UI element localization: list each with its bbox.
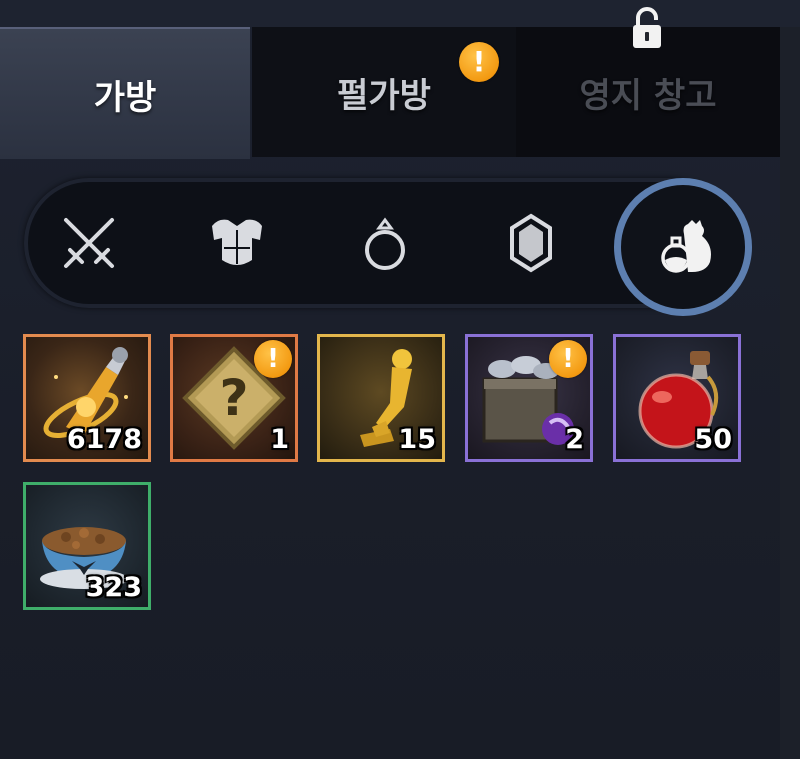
mystery-box-item-count: 1: [270, 424, 289, 455]
potion-pouch-icon: [661, 220, 711, 273]
mystery-box-item[interactable]: ? ! 1: [170, 334, 298, 462]
tab-bag[interactable]: 가방: [0, 27, 250, 159]
crystal-icon: [510, 213, 552, 273]
consumable-filter[interactable]: [634, 198, 732, 296]
tab-bag-label: 가방: [93, 77, 157, 118]
gem-filter[interactable]: [486, 198, 576, 288]
top-bar: [0, 0, 800, 27]
trophy-item[interactable]: 15: [317, 334, 445, 462]
tab-pearl-bag-label: 펄가방: [337, 75, 431, 116]
elixir-item[interactable]: 6178: [23, 334, 151, 462]
armor-filter[interactable]: [192, 198, 282, 288]
trophy-item-count: 15: [398, 424, 436, 455]
red-potion-item-count: 50: [694, 424, 732, 455]
elixir-item-count: 6178: [66, 424, 142, 455]
weapon-filter[interactable]: [44, 198, 134, 288]
svg-text:?: ?: [219, 369, 248, 427]
panel-edge: [780, 0, 800, 759]
armor-icon: [212, 219, 262, 265]
pet-food-item-count: 323: [85, 572, 142, 603]
crossed-swords-icon: [64, 218, 114, 268]
pearl-bag-alert-badge: !: [459, 42, 499, 82]
pet-food-item[interactable]: 323: [23, 482, 151, 610]
mystery-box-alert-badge: !: [254, 340, 292, 378]
tab-territory-storage-label: 영지 창고: [579, 75, 717, 116]
ring-icon: [365, 217, 405, 270]
red-potion-item[interactable]: 50: [613, 334, 741, 462]
lock-icon: [633, 7, 661, 48]
fish-chest-item-count: 2: [565, 424, 584, 455]
fish-chest-alert-badge: !: [549, 340, 587, 378]
fish-chest-item[interactable]: ! 2: [465, 334, 593, 462]
accessory-filter[interactable]: [340, 198, 430, 288]
